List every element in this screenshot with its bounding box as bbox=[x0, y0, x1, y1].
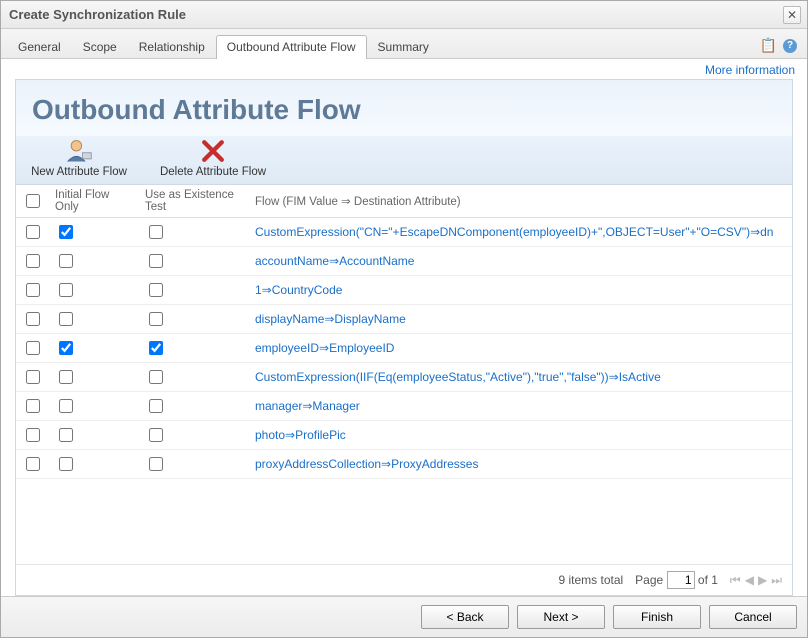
initial-flow-only-checkbox[interactable] bbox=[59, 457, 73, 471]
flow-link[interactable]: photo⇒ProfilePic bbox=[255, 428, 346, 442]
initial-flow-only-checkbox[interactable] bbox=[59, 254, 73, 268]
delete-attribute-flow-button[interactable]: Delete Attribute Flow bbox=[158, 136, 268, 178]
page-input[interactable] bbox=[667, 571, 695, 589]
initial-flow-only-checkbox[interactable] bbox=[59, 283, 73, 297]
use-as-existence-test-checkbox[interactable] bbox=[149, 457, 163, 471]
flow-link[interactable]: proxyAddressCollection⇒ProxyAddresses bbox=[255, 457, 478, 471]
row-select-checkbox[interactable] bbox=[26, 341, 40, 355]
table-row[interactable]: employeeID⇒EmployeeID bbox=[16, 334, 792, 363]
use-as-existence-test-checkbox[interactable] bbox=[149, 225, 163, 239]
pager-nav: ⏮ ◀ ▶ ⏭ bbox=[730, 573, 782, 588]
table-row[interactable]: displayName⇒DisplayName bbox=[16, 305, 792, 334]
table-row[interactable]: CustomExpression(IIF(Eq(employeeStatus,"… bbox=[16, 363, 792, 392]
use-as-existence-test-checkbox[interactable] bbox=[149, 254, 163, 268]
table-row[interactable]: 1⇒CountryCode bbox=[16, 276, 792, 305]
next-button[interactable]: Next > bbox=[517, 605, 605, 629]
help-icon[interactable]: ? bbox=[783, 39, 797, 53]
row-select-checkbox[interactable] bbox=[26, 399, 40, 413]
flow-link[interactable]: CustomExpression(IIF(Eq(employeeStatus,"… bbox=[255, 370, 661, 384]
titlebar: Create Synchronization Rule ✕ bbox=[1, 1, 807, 29]
table-row[interactable]: manager⇒Manager bbox=[16, 392, 792, 421]
flow-link[interactable]: manager⇒Manager bbox=[255, 399, 360, 413]
initial-flow-only-checkbox[interactable] bbox=[59, 428, 73, 442]
attribute-flow-grid: Initial Flow Only Use as Existence Test … bbox=[16, 185, 792, 564]
table-row[interactable]: CustomExpression("CN="+EscapeDNComponent… bbox=[16, 218, 792, 247]
clipboard-icon[interactable]: 📋 bbox=[760, 37, 777, 54]
page-label-prefix: Page bbox=[635, 573, 663, 587]
initial-flow-only-checkbox[interactable] bbox=[59, 225, 73, 239]
flow-link[interactable]: accountName⇒AccountName bbox=[255, 254, 414, 268]
use-as-existence-test-checkbox[interactable] bbox=[149, 312, 163, 326]
tab-summary[interactable]: Summary bbox=[367, 35, 440, 59]
tab-relationship[interactable]: Relationship bbox=[128, 35, 216, 59]
close-button[interactable]: ✕ bbox=[783, 6, 801, 24]
tab-scope[interactable]: Scope bbox=[72, 35, 128, 59]
toolbar: New Attribute Flow Delete Attribute Flow bbox=[16, 136, 792, 185]
initial-flow-only-checkbox[interactable] bbox=[59, 399, 73, 413]
use-as-existence-test-checkbox[interactable] bbox=[149, 428, 163, 442]
attribute-flow-table: Initial Flow Only Use as Existence Test … bbox=[16, 185, 792, 479]
row-select-checkbox[interactable] bbox=[26, 370, 40, 384]
table-row[interactable]: accountName⇒AccountName bbox=[16, 247, 792, 276]
more-info-row: More information bbox=[1, 59, 807, 77]
dialog: Create Synchronization Rule ✕ General Sc… bbox=[0, 0, 808, 638]
use-as-existence-test-checkbox[interactable] bbox=[149, 341, 163, 355]
new-attribute-flow-button[interactable]: New Attribute Flow bbox=[24, 136, 134, 178]
new-attribute-flow-label: New Attribute Flow bbox=[31, 166, 127, 178]
cancel-button[interactable]: Cancel bbox=[709, 605, 797, 629]
dialog-title: Create Synchronization Rule bbox=[9, 7, 783, 22]
row-select-checkbox[interactable] bbox=[26, 283, 40, 297]
prev-page-icon[interactable]: ◀ bbox=[745, 573, 754, 588]
use-as-existence-test-checkbox[interactable] bbox=[149, 283, 163, 297]
tab-outbound-attribute-flow[interactable]: Outbound Attribute Flow bbox=[216, 35, 367, 59]
table-row[interactable]: proxyAddressCollection⇒ProxyAddresses bbox=[16, 450, 792, 479]
tabbar: General Scope Relationship Outbound Attr… bbox=[1, 29, 807, 59]
flow-link[interactable]: 1⇒CountryCode bbox=[255, 283, 342, 297]
initial-flow-only-checkbox[interactable] bbox=[59, 312, 73, 326]
last-page-icon[interactable]: ⏭ bbox=[771, 573, 782, 588]
use-as-existence-test-checkbox[interactable] bbox=[149, 370, 163, 384]
attribute-flow-panel: Outbound Attribute Flow New Attribute Fl… bbox=[15, 79, 793, 596]
table-row[interactable]: photo⇒ProfilePic bbox=[16, 421, 792, 450]
user-add-icon bbox=[65, 136, 93, 166]
col-use-as-existence-test: Use as Existence Test bbox=[139, 185, 249, 218]
tab-general[interactable]: General bbox=[7, 35, 72, 59]
row-select-checkbox[interactable] bbox=[26, 254, 40, 268]
initial-flow-only-checkbox[interactable] bbox=[59, 341, 73, 355]
delete-icon bbox=[199, 136, 227, 166]
row-select-checkbox[interactable] bbox=[26, 457, 40, 471]
use-as-existence-test-checkbox[interactable] bbox=[149, 399, 163, 413]
row-select-checkbox[interactable] bbox=[26, 428, 40, 442]
back-button[interactable]: < Back bbox=[421, 605, 509, 629]
close-icon: ✕ bbox=[787, 8, 797, 22]
wizard-footer: < Back Next > Finish Cancel bbox=[1, 596, 807, 637]
row-select-checkbox[interactable] bbox=[26, 225, 40, 239]
pager: 9 items total Page of 1 ⏮ ◀ ▶ ⏭ bbox=[16, 564, 792, 595]
finish-button[interactable]: Finish bbox=[613, 605, 701, 629]
more-information-link[interactable]: More information bbox=[705, 63, 795, 77]
delete-attribute-flow-label: Delete Attribute Flow bbox=[160, 166, 266, 178]
flow-link[interactable]: employeeID⇒EmployeeID bbox=[255, 341, 394, 355]
initial-flow-only-checkbox[interactable] bbox=[59, 370, 73, 384]
select-all-checkbox[interactable] bbox=[26, 194, 40, 208]
next-page-icon[interactable]: ▶ bbox=[758, 573, 767, 588]
col-initial-flow-only: Initial Flow Only bbox=[49, 185, 139, 218]
col-flow: Flow (FIM Value ⇒ Destination Attribute) bbox=[249, 185, 792, 218]
items-total: 9 items total bbox=[558, 573, 623, 587]
panel-heading: Outbound Attribute Flow bbox=[16, 80, 792, 136]
page-label-suffix: of 1 bbox=[698, 573, 718, 587]
first-page-icon[interactable]: ⏮ bbox=[730, 573, 741, 588]
row-select-checkbox[interactable] bbox=[26, 312, 40, 326]
flow-link[interactable]: displayName⇒DisplayName bbox=[255, 312, 406, 326]
content: Outbound Attribute Flow New Attribute Fl… bbox=[1, 77, 807, 596]
tabbar-actions: 📋 ? bbox=[760, 37, 801, 58]
flow-link[interactable]: CustomExpression("CN="+EscapeDNComponent… bbox=[255, 225, 773, 239]
